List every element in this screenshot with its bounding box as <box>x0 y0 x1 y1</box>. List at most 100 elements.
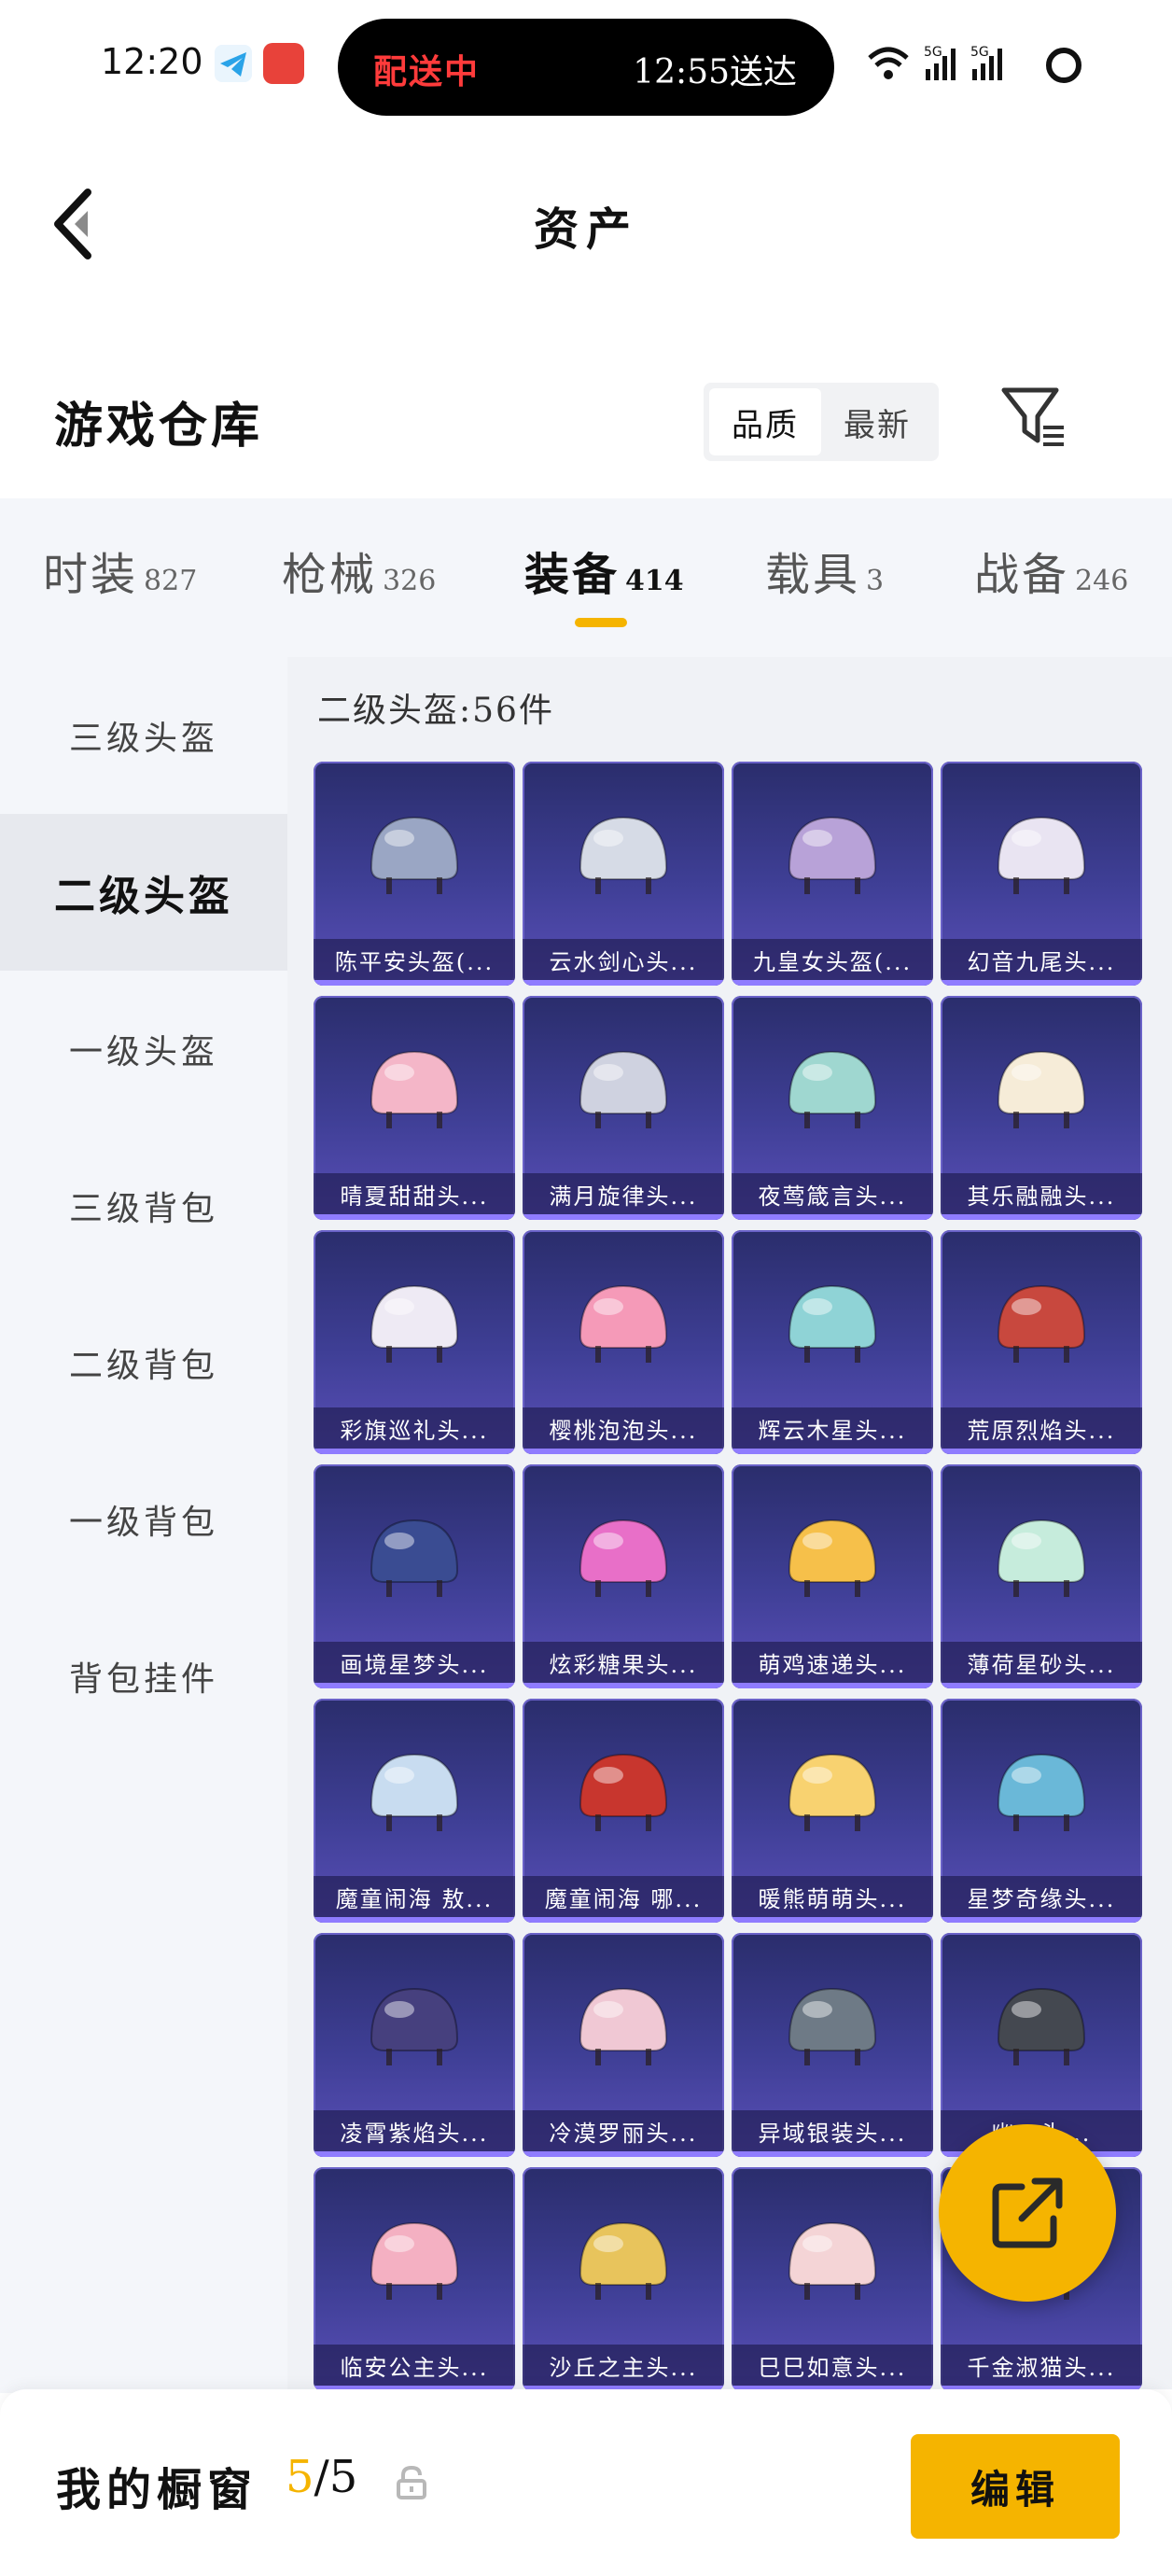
item-card[interactable]: 星梦奇缘头... <box>941 1699 1142 1923</box>
helmet-icon <box>997 1987 1086 2065</box>
rarity-bar <box>314 2151 515 2157</box>
tab-weapons[interactable]: 枪械 326 <box>282 538 436 603</box>
item-card[interactable]: 九皇女头盔(... <box>732 762 933 986</box>
rarity-bar <box>314 1683 515 1688</box>
rarity-bar <box>732 1917 933 1923</box>
share-export-icon <box>992 2177 1063 2248</box>
item-card[interactable]: 陈平安头盔(... <box>314 762 515 986</box>
rarity-bar <box>732 1449 933 1454</box>
item-name: 夜莺箴言头... <box>732 1173 933 1220</box>
sidebar-item-lvl1-backpack[interactable]: 一级背包 <box>0 1441 287 1598</box>
item-card[interactable]: 幻音九尾头... <box>941 762 1142 986</box>
tab-vehicles[interactable]: 载具 3 <box>765 538 884 603</box>
sort-toggle[interactable]: 品质 最新 <box>704 383 939 461</box>
tab-count: 827 <box>144 565 198 597</box>
rarity-bar <box>523 980 724 986</box>
rarity-bar <box>314 1917 515 1923</box>
item-name: 魔童闹海 敖... <box>314 1876 515 1923</box>
item-name: 荒原烈焰头... <box>941 1407 1142 1454</box>
item-name: 画境星梦头... <box>314 1642 515 1688</box>
item-card[interactable]: 樱桃泡泡头... <box>523 1230 724 1454</box>
helmet-icon <box>579 1050 668 1128</box>
tab-count: 414 <box>625 565 684 597</box>
item-name: 陈平安头盔(... <box>314 939 515 986</box>
sidebar-item-backpack-charm[interactable]: 背包挂件 <box>0 1598 287 1755</box>
share-button[interactable] <box>939 2124 1116 2302</box>
item-card[interactable]: 画境星梦头... <box>314 1464 515 1688</box>
signal-5g-icon: 5G <box>924 45 956 80</box>
item-card[interactable]: 晴夏甜甜头... <box>314 996 515 1220</box>
sidebar-item-lvl2-backpack[interactable]: 二级背包 <box>0 1284 287 1441</box>
rarity-bar <box>941 980 1142 986</box>
item-card[interactable]: 其乐融融头... <box>941 996 1142 1220</box>
item-name: 暖熊萌萌头... <box>732 1876 933 1923</box>
category-tabs: 时装 827 枪械 326 装备 414 载具 3 战备 246 <box>0 498 1172 657</box>
item-card[interactable]: 沙丘之主头... <box>523 2167 724 2389</box>
filter-icon[interactable] <box>1000 385 1067 452</box>
tab-label: 载具 <box>765 549 861 601</box>
item-name: 异域银装头... <box>732 2110 933 2157</box>
showcase-count: 5/5 <box>286 2451 357 2503</box>
item-name: 魔童闹海 哪... <box>523 1876 724 1923</box>
item-name: 炫彩糖果头... <box>523 1642 724 1688</box>
item-count-label: 二级头盔:56件 <box>317 692 554 730</box>
tab-equipment[interactable]: 装备 414 <box>524 538 684 603</box>
tab-count: 326 <box>383 565 437 597</box>
system-icons: 5G 5G <box>868 45 1081 83</box>
tab-label: 战备 <box>974 549 1070 601</box>
item-card[interactable]: 薄荷星砂头... <box>941 1464 1142 1688</box>
sidebar-item-lvl2-helmet[interactable]: 二级头盔 <box>0 814 287 971</box>
item-card[interactable]: 魔童闹海 哪... <box>523 1699 724 1923</box>
helmet-icon <box>370 1050 459 1128</box>
helmet-icon <box>579 2221 668 2300</box>
status-bar: 12:20 配送中 12:55送达 5G 5G <box>0 0 1172 131</box>
tab-battle-gear[interactable]: 战备 246 <box>974 538 1128 603</box>
rarity-bar <box>523 2151 724 2157</box>
helmet-icon <box>370 1284 459 1363</box>
item-card[interactable]: 彩旗巡礼头... <box>314 1230 515 1454</box>
item-card[interactable]: 冷漠罗丽头... <box>523 1933 724 2157</box>
item-card[interactable]: 辉云木星头... <box>732 1230 933 1454</box>
item-card[interactable]: 炫彩糖果头... <box>523 1464 724 1688</box>
tab-fashion[interactable]: 时装 827 <box>43 538 197 603</box>
tab-label: 时装 <box>43 549 139 601</box>
item-card[interactable]: 凌霄紫焰头... <box>314 1933 515 2157</box>
item-card[interactable]: 巳巳如意头... <box>732 2167 933 2389</box>
item-card[interactable]: 临安公主头... <box>314 2167 515 2389</box>
helmet-icon <box>370 1753 459 1831</box>
rarity-bar <box>523 1917 724 1923</box>
status-time: 12:20 <box>101 41 203 82</box>
sort-option-newest[interactable]: 最新 <box>821 388 933 455</box>
sidebar-item-lvl3-backpack[interactable]: 三级背包 <box>0 1127 287 1284</box>
item-name: 沙丘之主头... <box>523 2345 724 2389</box>
rarity-bar <box>732 2151 933 2157</box>
delivery-pill[interactable]: 配送中 12:55送达 <box>338 19 834 116</box>
item-name: 星梦奇缘头... <box>941 1876 1142 1923</box>
rarity-bar <box>523 1214 724 1220</box>
item-name: 冷漠罗丽头... <box>523 2110 724 2157</box>
item-card[interactable]: 云水剑心头... <box>523 762 724 986</box>
item-card[interactable]: 暖熊萌萌头... <box>732 1699 933 1923</box>
item-card[interactable]: 异域银装头... <box>732 1933 933 2157</box>
delivery-status: 配送中 <box>373 52 481 91</box>
subcategory-sidebar: 三级头盔 二级头盔 一级头盔 三级背包 二级背包 一级背包 背包挂件 <box>0 657 287 2393</box>
item-name: 薄荷星砂头... <box>941 1642 1142 1688</box>
rarity-bar <box>941 1449 1142 1454</box>
item-card[interactable]: 萌鸡速递头... <box>732 1464 933 1688</box>
item-card[interactable]: 幽…头... <box>941 1933 1142 2157</box>
helmet-icon <box>997 816 1086 894</box>
sidebar-item-lvl3-helmet[interactable]: 三级头盔 <box>0 657 287 814</box>
edit-button[interactable]: 编辑 <box>911 2434 1120 2539</box>
rarity-bar <box>941 1214 1142 1220</box>
rarity-bar <box>523 1449 724 1454</box>
rarity-bar <box>523 1683 724 1688</box>
item-card[interactable]: 荒原烈焰头... <box>941 1230 1142 1454</box>
showcase-count-total: /5 <box>314 2451 358 2503</box>
item-card[interactable]: 满月旋律头... <box>523 996 724 1220</box>
item-card[interactable]: 魔童闹海 敖... <box>314 1699 515 1923</box>
item-name: 巳巳如意头... <box>732 2345 933 2389</box>
item-card[interactable]: 夜莺箴言头... <box>732 996 933 1220</box>
sort-option-quality[interactable]: 品质 <box>709 388 821 455</box>
helmet-icon <box>997 1050 1086 1128</box>
sidebar-item-lvl1-helmet[interactable]: 一级头盔 <box>0 971 287 1127</box>
